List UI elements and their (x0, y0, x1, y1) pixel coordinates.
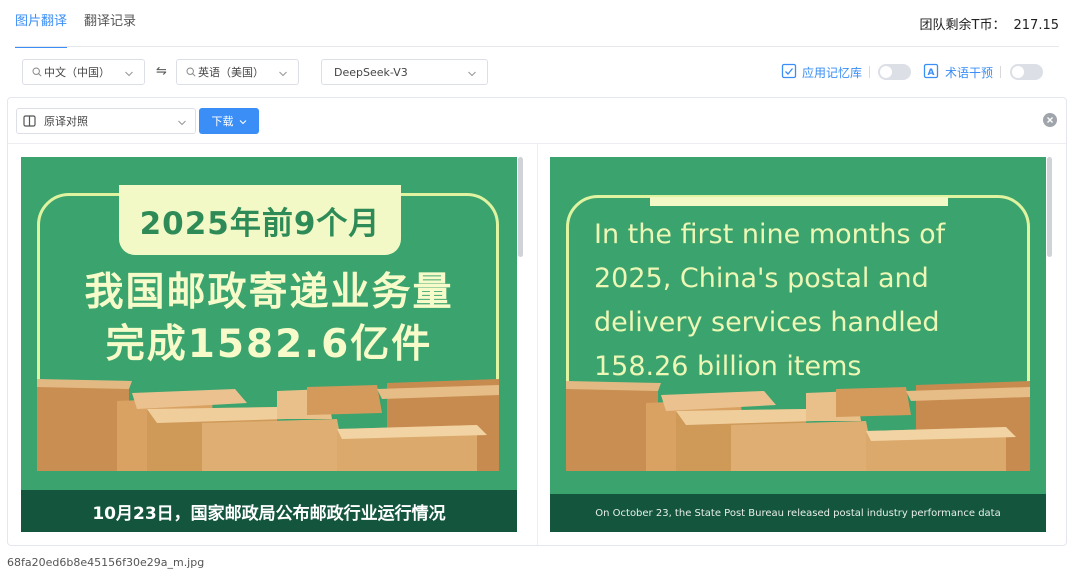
source-language-value: 中文（中国） (44, 66, 110, 79)
memory-library-toggle[interactable] (878, 64, 911, 80)
parcel-boxes-illustration (37, 379, 499, 471)
source-scrollbar[interactable] (518, 157, 523, 257)
credits-value: 217.15 (1013, 18, 1060, 33)
chevron-down-icon (124, 68, 134, 81)
poster-date-ribbon: 2025年前9个月 (119, 185, 401, 255)
view-mode-select[interactable]: 原译对照 (16, 108, 196, 134)
translated-image: In the first nine months of 2025, China'… (550, 157, 1046, 532)
comparison-panel: 原译对照 下载 2025年前9个月 我国邮政寄递业务量 完成1582.6亿件 1… (7, 97, 1067, 546)
chevron-down-icon (278, 68, 288, 81)
translated-headline: In the first nine months of 2025, China'… (594, 219, 946, 382)
tab-translation-history[interactable]: 翻译记录 (84, 0, 136, 48)
source-footer-text: 10月23日，国家邮政局公布邮政行业运行情况 (92, 503, 446, 524)
model-select[interactable]: DeepSeek-V3 (321, 59, 488, 85)
divider (1000, 66, 1001, 78)
translated-footer-text: On October 23, the State Post Bureau rel… (595, 507, 1001, 519)
swap-languages-icon[interactable]: ⇋ (156, 64, 167, 79)
target-language-value: 英语（美国） (198, 66, 264, 79)
chevron-down-icon (177, 117, 187, 130)
target-language-select[interactable]: 英语（美国） (176, 59, 299, 85)
tab-image-translation[interactable]: 图片翻译 (15, 0, 68, 48)
search-icon (184, 67, 198, 77)
poster-ribbon-strip (650, 197, 948, 206)
download-button[interactable]: 下载 (199, 108, 259, 134)
source-image: 2025年前9个月 我国邮政寄递业务量 完成1582.6亿件 10月23日，国家… (21, 157, 517, 532)
source-footer-band: 10月23日，国家邮政局公布邮政行业运行情况 (21, 490, 517, 532)
download-label: 下载 (211, 115, 234, 128)
svg-text:A: A (928, 68, 935, 78)
source-headline-line1: 我国邮政寄递业务量 (84, 270, 454, 315)
source-headline-line2: 完成1582.6亿件 (105, 322, 433, 367)
top-tabs: 图片翻译 翻译记录 (15, 0, 136, 48)
ribbon-text: 2025年前9个月 (139, 205, 381, 242)
divider (869, 66, 870, 78)
memory-library-label[interactable]: 应用记忆库 (802, 64, 862, 81)
chevron-down-icon (467, 68, 477, 81)
split-view-icon (23, 115, 36, 127)
view-mode-value: 原译对照 (44, 115, 88, 128)
image-filename: 68fa20ed6b8e45156f30e29a_m.jpg (7, 556, 205, 569)
team-credits: 团队剩余T币： 217.15 (920, 14, 1059, 33)
model-value: DeepSeek-V3 (334, 65, 408, 79)
translated-footer-band: On October 23, the State Post Bureau rel… (550, 494, 1046, 532)
header-divider (15, 46, 1059, 47)
source-language-select[interactable]: 中文（中国） (22, 59, 145, 85)
translated-scrollbar[interactable] (1047, 157, 1052, 257)
close-icon[interactable] (1043, 113, 1057, 127)
terminology-label[interactable]: 术语干预 (945, 64, 993, 81)
terminology-icon: A (923, 63, 939, 82)
search-icon (30, 67, 44, 77)
pane-divider (537, 144, 538, 545)
memory-library-icon (781, 63, 797, 82)
parcel-boxes-illustration (566, 381, 1030, 471)
chevron-down-icon (239, 115, 247, 128)
terminology-toggle[interactable] (1010, 64, 1043, 80)
credits-label: 团队剩余T币： (919, 18, 1006, 33)
